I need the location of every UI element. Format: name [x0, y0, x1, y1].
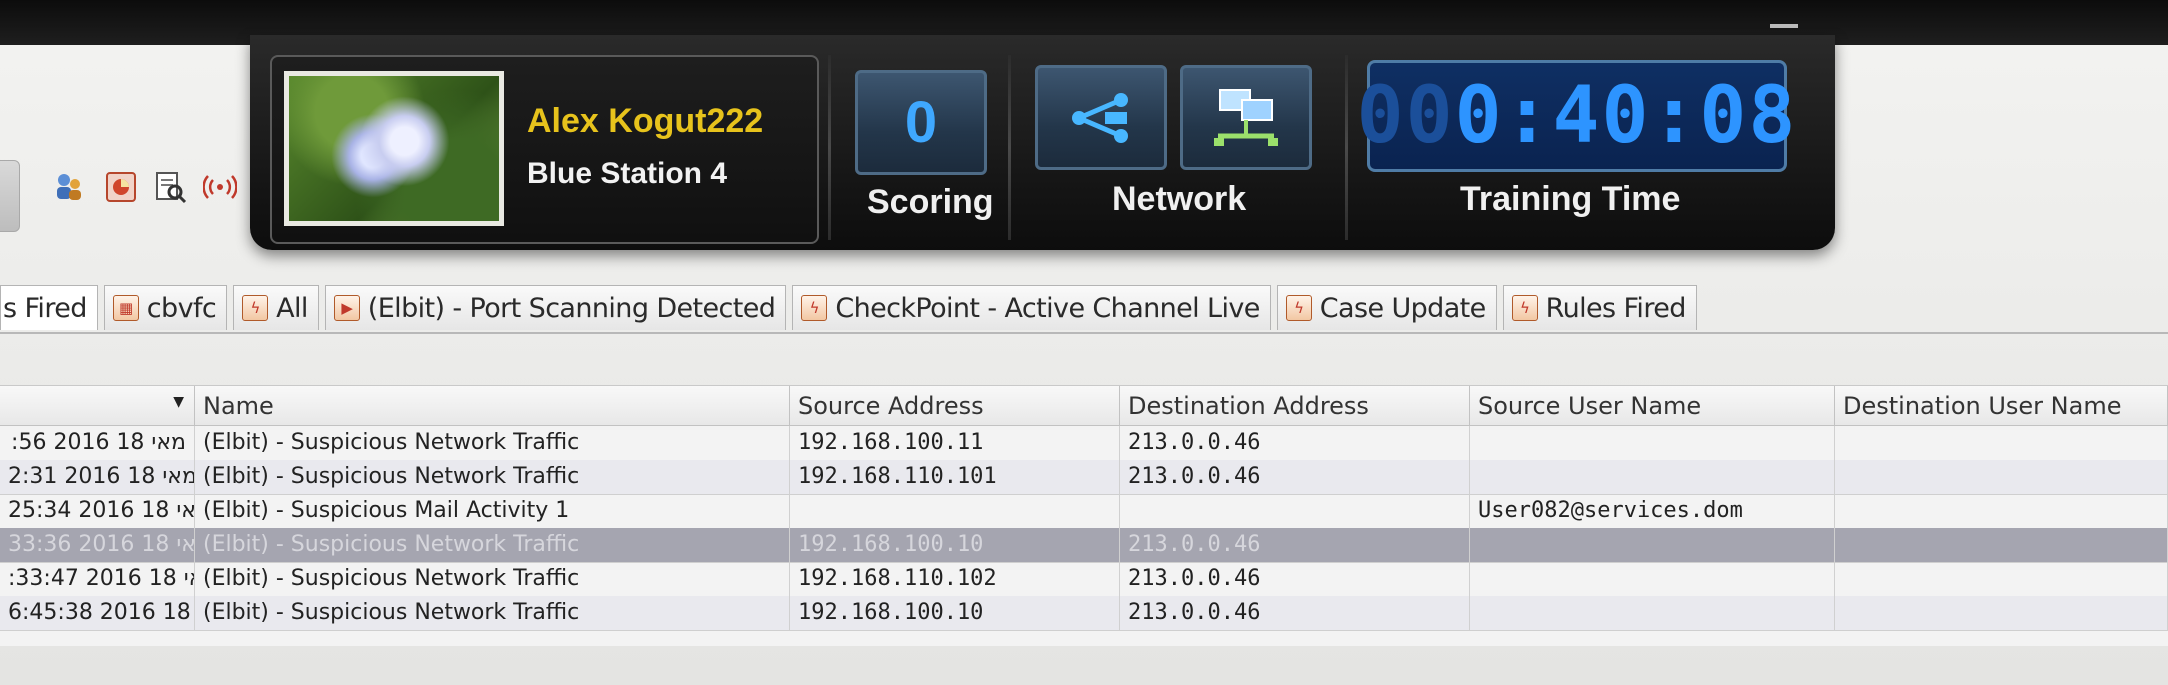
column-header-destination-address[interactable]: Destination Address [1120, 386, 1470, 426]
cell-time: 6:45:38 2016 מאי 18 [0, 596, 195, 630]
grid-icon: ▦ [112, 295, 139, 321]
cell-destination-address: 213.0.0.46 [1120, 460, 1470, 494]
column-header-name[interactable]: Name [195, 386, 790, 426]
column-header-destination-user[interactable]: Destination User Name [1835, 386, 2168, 426]
cell-time: 2:31 2016 מאי 18 [0, 460, 195, 494]
network-computers-icon [1214, 88, 1278, 146]
score-value: 0 [904, 90, 938, 155]
rule-icon: ϟ [242, 295, 269, 321]
tab-label: cbvfc [146, 292, 217, 324]
table-row[interactable]: 33:36 2016 מאי 18(Elbit) - Suspicious Ne… [0, 528, 2168, 563]
cell-source-user [1470, 596, 1835, 630]
cell-source-user: User082@services.dom [1470, 494, 1835, 528]
toolbar [0, 150, 260, 240]
tab-label: All [276, 292, 308, 324]
tab-case-update[interactable]: ϟ Case Update [1276, 285, 1497, 330]
cell-destination-address [1120, 494, 1470, 528]
tab-rules-fired-partial[interactable]: s Fired [0, 285, 98, 330]
timer-leading-zeros: 00 [1356, 71, 1455, 161]
channel-tabs: s Fired ▦ cbvfc ϟ All ▶ (Elbit) - Port S… [0, 285, 1703, 333]
rule-icon: ϟ [801, 295, 828, 321]
sort-descending-icon[interactable]: ▼ [173, 394, 184, 410]
cell-source-address: 192.168.100.10 [790, 596, 1120, 630]
signal-icon[interactable] [203, 170, 237, 204]
cell-source-address [790, 494, 1120, 528]
cell-source-user [1470, 528, 1835, 562]
avatar [284, 71, 504, 226]
cell-name: (Elbit) - Suspicious Network Traffic [195, 562, 790, 596]
cell-time: 25:34 2016 מאי 18 [0, 494, 195, 528]
events-table: ▼ Name Source Address Destination Addres… [0, 385, 2168, 646]
tab-label: s Fired [3, 292, 87, 324]
user-name: Alex Kogut222 [527, 102, 764, 140]
divider [1345, 55, 1348, 240]
user-panel: Alex Kogut222 Blue Station 4 [270, 55, 819, 244]
timer-value: 0:40:08 [1454, 71, 1798, 161]
cell-destination-address: 213.0.0.46 [1120, 426, 1470, 460]
cell-destination-user [1835, 460, 2168, 494]
cell-destination-user [1835, 596, 2168, 630]
cell-destination-user [1835, 562, 2168, 596]
tab-label: Case Update [1319, 292, 1486, 324]
cell-time: 33:36 2016 מאי 18 [0, 528, 195, 562]
column-header-source-address[interactable]: Source Address [790, 386, 1120, 426]
cell-source-user [1470, 562, 1835, 596]
tab-checkpoint-active-channel[interactable]: ϟ CheckPoint - Active Channel Live [792, 285, 1271, 330]
rule-icon: ϟ [1285, 295, 1312, 321]
tab-rules-fired[interactable]: ϟ Rules Fired [1502, 285, 1697, 330]
tab-port-scanning[interactable]: ▶ (Elbit) - Port Scanning Detected [324, 285, 787, 330]
cell-name: (Elbit) - Suspicious Network Traffic [195, 528, 790, 562]
cell-source-address: 192.168.110.102 [790, 562, 1120, 596]
cell-destination-address: 213.0.0.46 [1120, 528, 1470, 562]
cell-source-address: 192.168.100.10 [790, 528, 1120, 562]
table-row[interactable]: 6:45:38 2016 מאי 18(Elbit) - Suspicious … [0, 596, 2168, 631]
cell-destination-user [1835, 494, 2168, 528]
cell-source-user [1470, 426, 1835, 460]
tab-all[interactable]: ϟ All [233, 285, 319, 330]
users-icon[interactable] [52, 170, 86, 204]
cell-name: (Elbit) - Suspicious Network Traffic [195, 460, 790, 494]
cell-destination-user [1835, 528, 2168, 562]
rule-icon: ϟ [1511, 295, 1538, 321]
play-icon: ▶ [333, 295, 360, 321]
cell-source-address: 192.168.110.101 [790, 460, 1120, 494]
column-header-source-user[interactable]: Source User Name [1470, 386, 1835, 426]
table-row[interactable]: 25:34 2016 מאי 18(Elbit) - Suspicious Ma… [0, 494, 2168, 529]
cell-source-user [1470, 460, 1835, 494]
network-topology-icon [1072, 92, 1128, 143]
cell-source-address: 192.168.100.11 [790, 426, 1120, 460]
cell-destination-address: 213.0.0.46 [1120, 596, 1470, 630]
cell-name: (Elbit) - Suspicious Network Traffic [195, 596, 790, 630]
side-tab-stub[interactable] [0, 160, 20, 232]
tab-label: (Elbit) - Port Scanning Detected [367, 292, 776, 324]
divider [1008, 55, 1011, 240]
cell-destination-user [1835, 426, 2168, 460]
table-row[interactable]: :56 2016 מאי 18 (Elbit) - Suspicious Netw… [0, 426, 2168, 461]
divider [828, 55, 831, 240]
window-minimize-mark [1770, 24, 1798, 28]
cell-name: (Elbit) - Suspicious Network Traffic [195, 426, 790, 460]
tabs-divider [0, 332, 2168, 334]
network-label: Network [1112, 180, 1247, 218]
tab-cbvfc[interactable]: ▦ cbvfc [103, 285, 228, 330]
score-label: Scoring [867, 183, 994, 221]
network-computers-button[interactable] [1180, 65, 1312, 170]
network-topology-button[interactable] [1035, 65, 1167, 170]
training-time-label: Training Time [1460, 180, 1681, 218]
table-row[interactable]: :33:47 2016 מאי 18(Elbit) - Suspicious N… [0, 562, 2168, 597]
cell-time: :33:47 2016 מאי 18 [0, 562, 195, 596]
training-timer: 000:40:08 [1357, 60, 1795, 172]
station-name: Blue Station 4 [527, 157, 728, 190]
cell-destination-address: 213.0.0.46 [1120, 562, 1470, 596]
cell-time: :56 2016 מאי 18 [0, 426, 195, 460]
cell-name: (Elbit) - Suspicious Mail Activity 1 [195, 494, 790, 528]
header-dock: Alex Kogut222 Blue Station 4 0 Scoring N… [250, 35, 1835, 250]
search-document-icon[interactable] [153, 170, 187, 204]
tab-label: Rules Fired [1545, 292, 1687, 324]
tab-label: CheckPoint - Active Channel Live [835, 292, 1260, 324]
column-header-time[interactable]: ▼ [0, 386, 195, 426]
score-display[interactable]: 0 [855, 70, 987, 175]
chart-icon[interactable] [104, 170, 138, 204]
table-row[interactable]: 2:31 2016 מאי 18 (Elbit) - Suspicious Net… [0, 460, 2168, 495]
